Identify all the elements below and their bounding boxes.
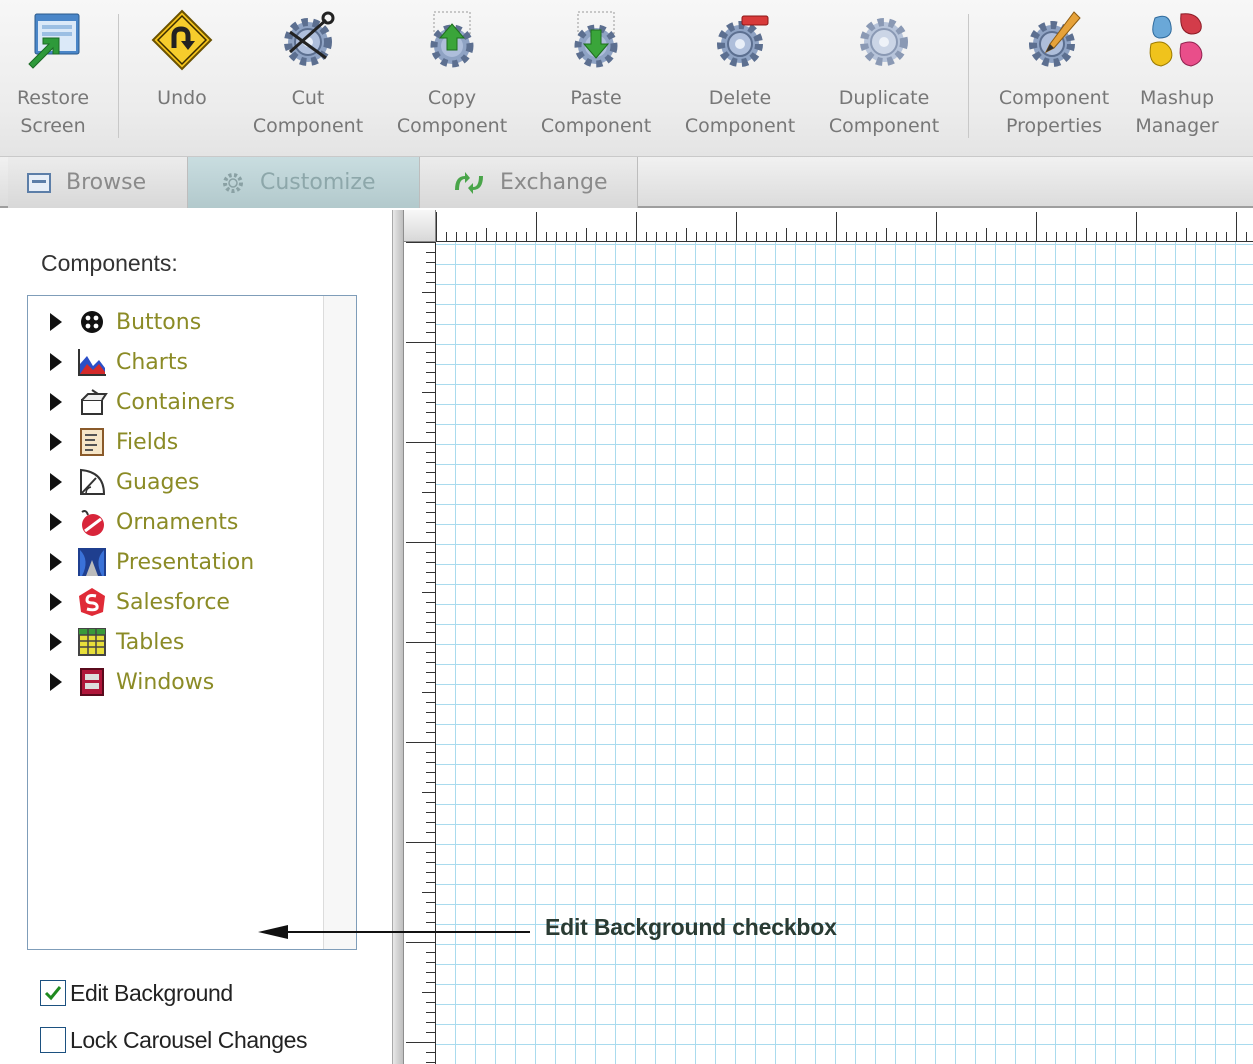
presentation-icon [78,548,106,576]
vertical-ruler [404,242,436,1064]
tree-item-label: Charts [116,349,188,375]
expand-arrow-icon[interactable] [50,553,62,571]
lock-carousel-label: Lock Carousel Changes [70,1026,308,1053]
tree-item-label: Presentation [116,549,255,575]
tree-item-tables[interactable]: Tables [50,622,184,662]
edit-background-checkbox-row[interactable]: Edit Background [40,978,233,1008]
edit-background-label: Edit Background [70,979,233,1006]
components-heading: Components: [41,250,178,276]
tree-item-charts[interactable]: Charts [50,342,188,382]
tree-item-label: Guages [116,469,200,495]
copy-component-button[interactable]: Copy Component [396,8,508,143]
ornaments-icon [81,510,104,536]
toolbar: Restore Screen Undo Cut Component Copy C… [0,0,1253,157]
expand-arrow-icon[interactable] [50,353,62,371]
tab-customize-label: Customize [260,170,376,195]
edit-background-checkbox[interactable] [40,980,66,1006]
toolbar-separator [118,14,119,138]
duplicate-gear-icon [860,18,908,66]
component-properties-button[interactable]: Component Properties [996,8,1112,143]
tree-item-buttons[interactable]: Buttons [50,302,201,342]
toolbar-separator [968,14,969,138]
scissors-gear-icon [284,11,335,66]
expand-arrow-icon[interactable] [50,433,62,451]
properties-gear-icon [1029,11,1081,67]
expand-arrow-icon[interactable] [50,393,62,411]
tree-item-label: Ornaments [116,509,239,535]
annotation-arrow [258,925,530,939]
mashup-manager-label: Mashup Manager [1135,87,1219,137]
tree-item-label: Windows [116,669,215,695]
cut-component-button[interactable]: Cut Component [252,8,364,143]
checkmark-icon [44,986,62,1001]
salesforce-icon [79,588,105,616]
undo-label: Undo [157,87,207,109]
expand-arrow-icon[interactable] [50,633,62,651]
ruler-corner [404,210,436,242]
tab-exchange[interactable]: Exchange [420,157,638,208]
tab-customize[interactable]: Customize [188,157,420,208]
paste-component-button[interactable]: Paste Component [540,8,652,143]
window-icon [27,172,51,193]
expand-arrow-icon[interactable] [50,593,62,611]
horizontal-ruler [436,210,1253,242]
tables-icon [78,628,106,656]
tree-item-fields[interactable]: Fields [50,422,178,462]
delete-component-label: Delete Component [684,87,796,137]
windows-icon [80,668,104,696]
tree-item-label: Tables [116,629,185,655]
charts-icon [78,349,106,376]
mashup-manager-button[interactable]: Mashup Manager [1132,8,1222,143]
lock-carousel-checkbox-row[interactable]: Lock Carousel Changes [40,1025,307,1055]
copy-component-label: Copy Component [396,87,508,137]
tree-item-label: Fields [116,429,179,455]
mashup-icon [1149,13,1203,67]
tree-item-windows[interactable]: Windows [50,662,214,702]
tree-item-containers[interactable]: Containers [50,382,235,422]
delete-component-button[interactable]: Delete Component [684,8,796,143]
restore-screen-label: Restore Screen [16,87,90,137]
component-properties-label: Component Properties [998,87,1110,137]
tree-item-salesforce[interactable]: Salesforce [50,582,230,622]
tree-item-guages[interactable]: Guages [50,462,199,502]
buttons-icon [81,311,103,333]
restore-screen-icon [28,13,80,69]
tree-item-ornaments[interactable]: Ornaments [50,502,238,542]
fields-icon [80,428,104,456]
tree-item-label: Salesforce [116,589,230,615]
tab-exchange-label: Exchange [500,170,608,195]
expand-arrow-icon[interactable] [50,313,62,331]
lock-carousel-checkbox[interactable] [40,1027,66,1053]
exchange-icon [455,171,483,194]
delete-gear-icon [717,15,769,67]
components-tree[interactable]: Buttons Charts Containers Fields Guages … [27,295,357,950]
tree-item-label: Buttons [116,309,202,335]
duplicate-component-label: Duplicate Component [828,87,940,137]
tree-scrollbar[interactable] [323,296,356,949]
copy-gear-icon [430,11,474,68]
annotation-label: Edit Background checkbox [545,914,837,940]
duplicate-component-button[interactable]: Duplicate Component [828,8,940,143]
tree-item-label: Containers [116,389,235,415]
gauges-icon [80,468,106,495]
expand-arrow-icon[interactable] [50,473,62,491]
paste-gear-icon [574,11,618,68]
tab-browse-label: Browse [66,170,147,195]
cut-component-label: Cut Component [252,87,364,137]
undo-icon [151,9,213,71]
tree-item-presentation[interactable]: Presentation [50,542,254,582]
expand-arrow-icon[interactable] [50,673,62,691]
paste-component-label: Paste Component [540,87,652,137]
containers-icon [81,389,108,415]
expand-arrow-icon[interactable] [50,513,62,531]
tab-bar: Browse Customize Exchange [0,157,1253,208]
tab-browse[interactable]: Browse [8,157,188,208]
restore-screen-button[interactable]: Restore Screen [12,8,94,143]
gear-icon [223,172,243,193]
undo-button[interactable]: Undo [140,8,224,143]
